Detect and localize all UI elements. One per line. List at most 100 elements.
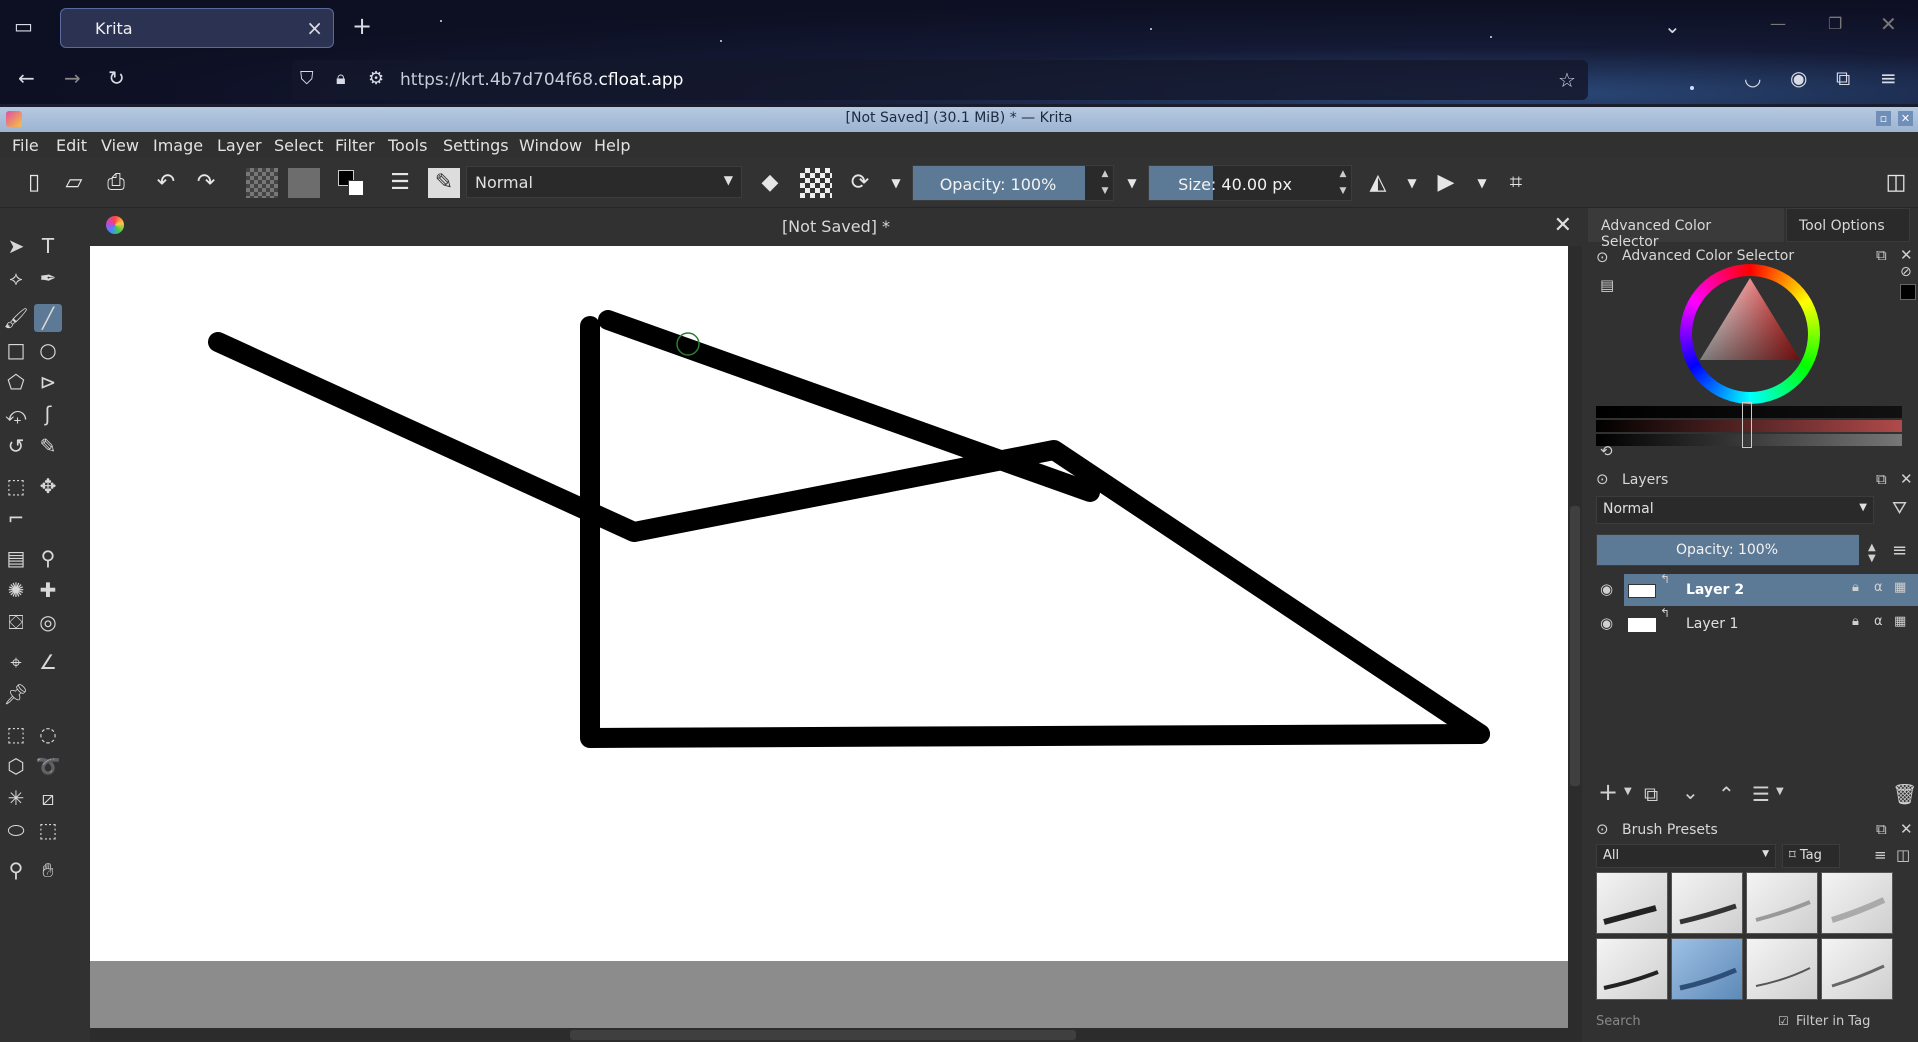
rectangle-tool-icon[interactable]: □	[2, 336, 30, 364]
brush-preset-2[interactable]	[1671, 872, 1743, 934]
similar-selection-tool-icon[interactable]: ⧄	[34, 784, 62, 812]
eye-icon[interactable]: ◉	[1600, 580, 1613, 598]
reload-icon[interactable]: ↻	[108, 68, 125, 88]
layer-opacity-slider[interactable]: Opacity: 100%	[1596, 534, 1859, 566]
drawing-canvas[interactable]	[90, 246, 1568, 961]
ellipse-tool-icon[interactable]: ○	[34, 336, 62, 364]
forward-icon[interactable]: →	[64, 68, 81, 88]
chevron-down-icon[interactable]: ▼	[1776, 786, 1784, 797]
new-tab-icon[interactable]: +	[352, 14, 372, 38]
fill-gradients-icon[interactable]	[246, 168, 278, 198]
inherit-alpha-icon[interactable]: ▦	[1894, 614, 1906, 629]
brush-preset-7[interactable]	[1746, 938, 1818, 1000]
brush-preset-5[interactable]	[1596, 938, 1668, 1000]
close-icon[interactable]: ✕	[1898, 111, 1913, 126]
preserve-alpha-icon[interactable]	[800, 168, 832, 198]
brush-preset-icon[interactable]: ✎	[428, 168, 460, 198]
saturation-value-triangle[interactable]	[1680, 264, 1820, 404]
save-icon[interactable]: ⎙	[100, 168, 132, 198]
menu-view[interactable]: View	[101, 136, 139, 155]
pocket-icon[interactable]: ◡	[1744, 68, 1761, 88]
layer-blend-mode-select[interactable]: Normal ▼	[1596, 496, 1874, 524]
move-layer-up-icon[interactable]: ⌃	[1718, 782, 1735, 806]
hue-ring[interactable]	[1680, 264, 1820, 404]
account-icon[interactable]: ◉	[1790, 68, 1807, 88]
color-swatch-icon[interactable]	[336, 168, 368, 198]
float-docker-icon[interactable]: ⧉	[1876, 820, 1887, 838]
tab-advanced-color-selector[interactable]: Advanced Color Selector	[1588, 208, 1784, 250]
contiguous-selection-tool-icon[interactable]: ✳	[2, 784, 30, 812]
select-shapes-tool-icon[interactable]: ➤	[2, 232, 30, 260]
close-docker-icon[interactable]: ✕	[1900, 246, 1913, 264]
redo-icon[interactable]: ↷	[190, 168, 222, 198]
size-spinner[interactable]: ▲ ▼	[1335, 166, 1351, 200]
lock-icon[interactable]: 🔒︎	[1852, 614, 1859, 629]
restore-icon[interactable]: ▫	[1876, 111, 1891, 126]
close-docker-icon[interactable]: ✕	[1900, 470, 1913, 488]
workspace-icon[interactable]: ◫	[1880, 168, 1912, 198]
menu-tools[interactable]: Tools	[388, 136, 427, 155]
fill-patterns-icon[interactable]	[288, 168, 320, 198]
fill-tool-icon[interactable]: ⛋	[2, 608, 30, 636]
current-color-swatch[interactable]	[1900, 284, 1916, 300]
menu-icon[interactable]: ≡	[1880, 68, 1897, 88]
layer-1-name[interactable]: Layer 1	[1686, 616, 1738, 632]
lock-icon[interactable]: ⊙	[1596, 248, 1609, 266]
float-docker-icon[interactable]: ⧉	[1876, 246, 1887, 264]
brush-preset-4[interactable]	[1821, 872, 1893, 934]
lock-icon[interactable]: 🔒︎	[336, 70, 346, 88]
chevron-down-icon[interactable]: ▼	[1466, 168, 1498, 198]
storage-icon[interactable]: ◫	[1896, 846, 1910, 864]
close-icon[interactable]: ✕	[1554, 213, 1572, 238]
smart-patch-tool-icon[interactable]: ✚	[34, 576, 62, 604]
filter-icon[interactable]: ⛛	[1892, 498, 1907, 519]
zoom-tool-icon[interactable]: ⚲	[2, 856, 30, 884]
enclose-fill-tool-icon[interactable]: ◎	[34, 608, 62, 636]
brush-preset-6[interactable]	[1671, 938, 1743, 1000]
brush-preset-3[interactable]	[1746, 872, 1818, 934]
scrollbar-thumb[interactable]	[1570, 506, 1580, 786]
scrollbar-thumb[interactable]	[570, 1030, 1076, 1040]
filter-in-tag-checkbox[interactable]: ☑	[1778, 1014, 1789, 1028]
brush-preset-1[interactable]	[1596, 872, 1668, 934]
document-tab[interactable]: [Not Saved] * ✕	[90, 208, 1582, 246]
gradient-tool-icon[interactable]: ▤	[2, 544, 30, 572]
inherit-alpha-icon[interactable]: ▦	[1894, 580, 1906, 595]
calligraphy-tool-icon[interactable]: ✒	[34, 264, 62, 292]
float-docker-icon[interactable]: ⧉	[1876, 470, 1887, 488]
lock-icon[interactable]: 🔒︎	[1852, 580, 1859, 595]
mirror-horizontal-icon[interactable]: ◭	[1362, 168, 1394, 198]
blend-mode-select[interactable]: Normal ▼	[466, 166, 742, 198]
duplicate-layer-icon[interactable]: ⧉	[1644, 782, 1658, 806]
multibrush-tool-icon[interactable]: ✎	[34, 432, 62, 460]
bezier-curve-tool-icon[interactable]: ⤽	[2, 400, 30, 428]
assistant-tool-icon[interactable]: ⌖	[2, 648, 30, 676]
polygonal-selection-tool-icon[interactable]: ⬡	[2, 752, 30, 780]
add-layer-icon[interactable]: +	[1598, 778, 1618, 806]
menu-image[interactable]: Image	[153, 136, 203, 155]
delete-layer-icon[interactable]: 🗑︎	[1892, 782, 1917, 806]
layer-properties-icon[interactable]: ☰	[1752, 782, 1770, 806]
polyline-tool-icon[interactable]: ⊳	[34, 368, 62, 396]
menu-file[interactable]: File	[12, 136, 39, 155]
opacity-slider[interactable]: Opacity: 100% ▲ ▼	[912, 165, 1114, 201]
menu-edit[interactable]: Edit	[56, 136, 87, 155]
menu-settings[interactable]: Settings	[443, 136, 509, 155]
vertical-scrollbar[interactable]	[1568, 246, 1582, 1030]
freehand-brush-tool-icon[interactable]: 🖌︎	[2, 304, 30, 332]
layer-options-icon[interactable]: ≡	[1892, 540, 1907, 561]
chevron-down-icon[interactable]: ▼	[880, 168, 912, 198]
chevron-down-icon[interactable]: ⌄	[1664, 16, 1681, 36]
no-color-icon[interactable]: ⊘	[1900, 264, 1912, 280]
elliptical-selection-tool-icon[interactable]: ◌	[34, 720, 62, 748]
freehand-path-tool-icon[interactable]: ʃ	[34, 400, 62, 428]
line-tool-icon[interactable]: ╱	[34, 304, 62, 332]
move-layer-down-icon[interactable]: ⌄	[1682, 780, 1699, 804]
brush-settings-icon[interactable]: ☰	[384, 168, 416, 198]
back-icon[interactable]: ←	[18, 68, 35, 88]
color-slider-handle[interactable]	[1742, 402, 1752, 448]
close-window-icon[interactable]: ✕	[1880, 14, 1897, 34]
close-icon[interactable]: ×	[306, 16, 323, 40]
polygon-tool-icon[interactable]: ⬠	[2, 368, 30, 396]
minimize-icon[interactable]: —	[1770, 16, 1786, 32]
